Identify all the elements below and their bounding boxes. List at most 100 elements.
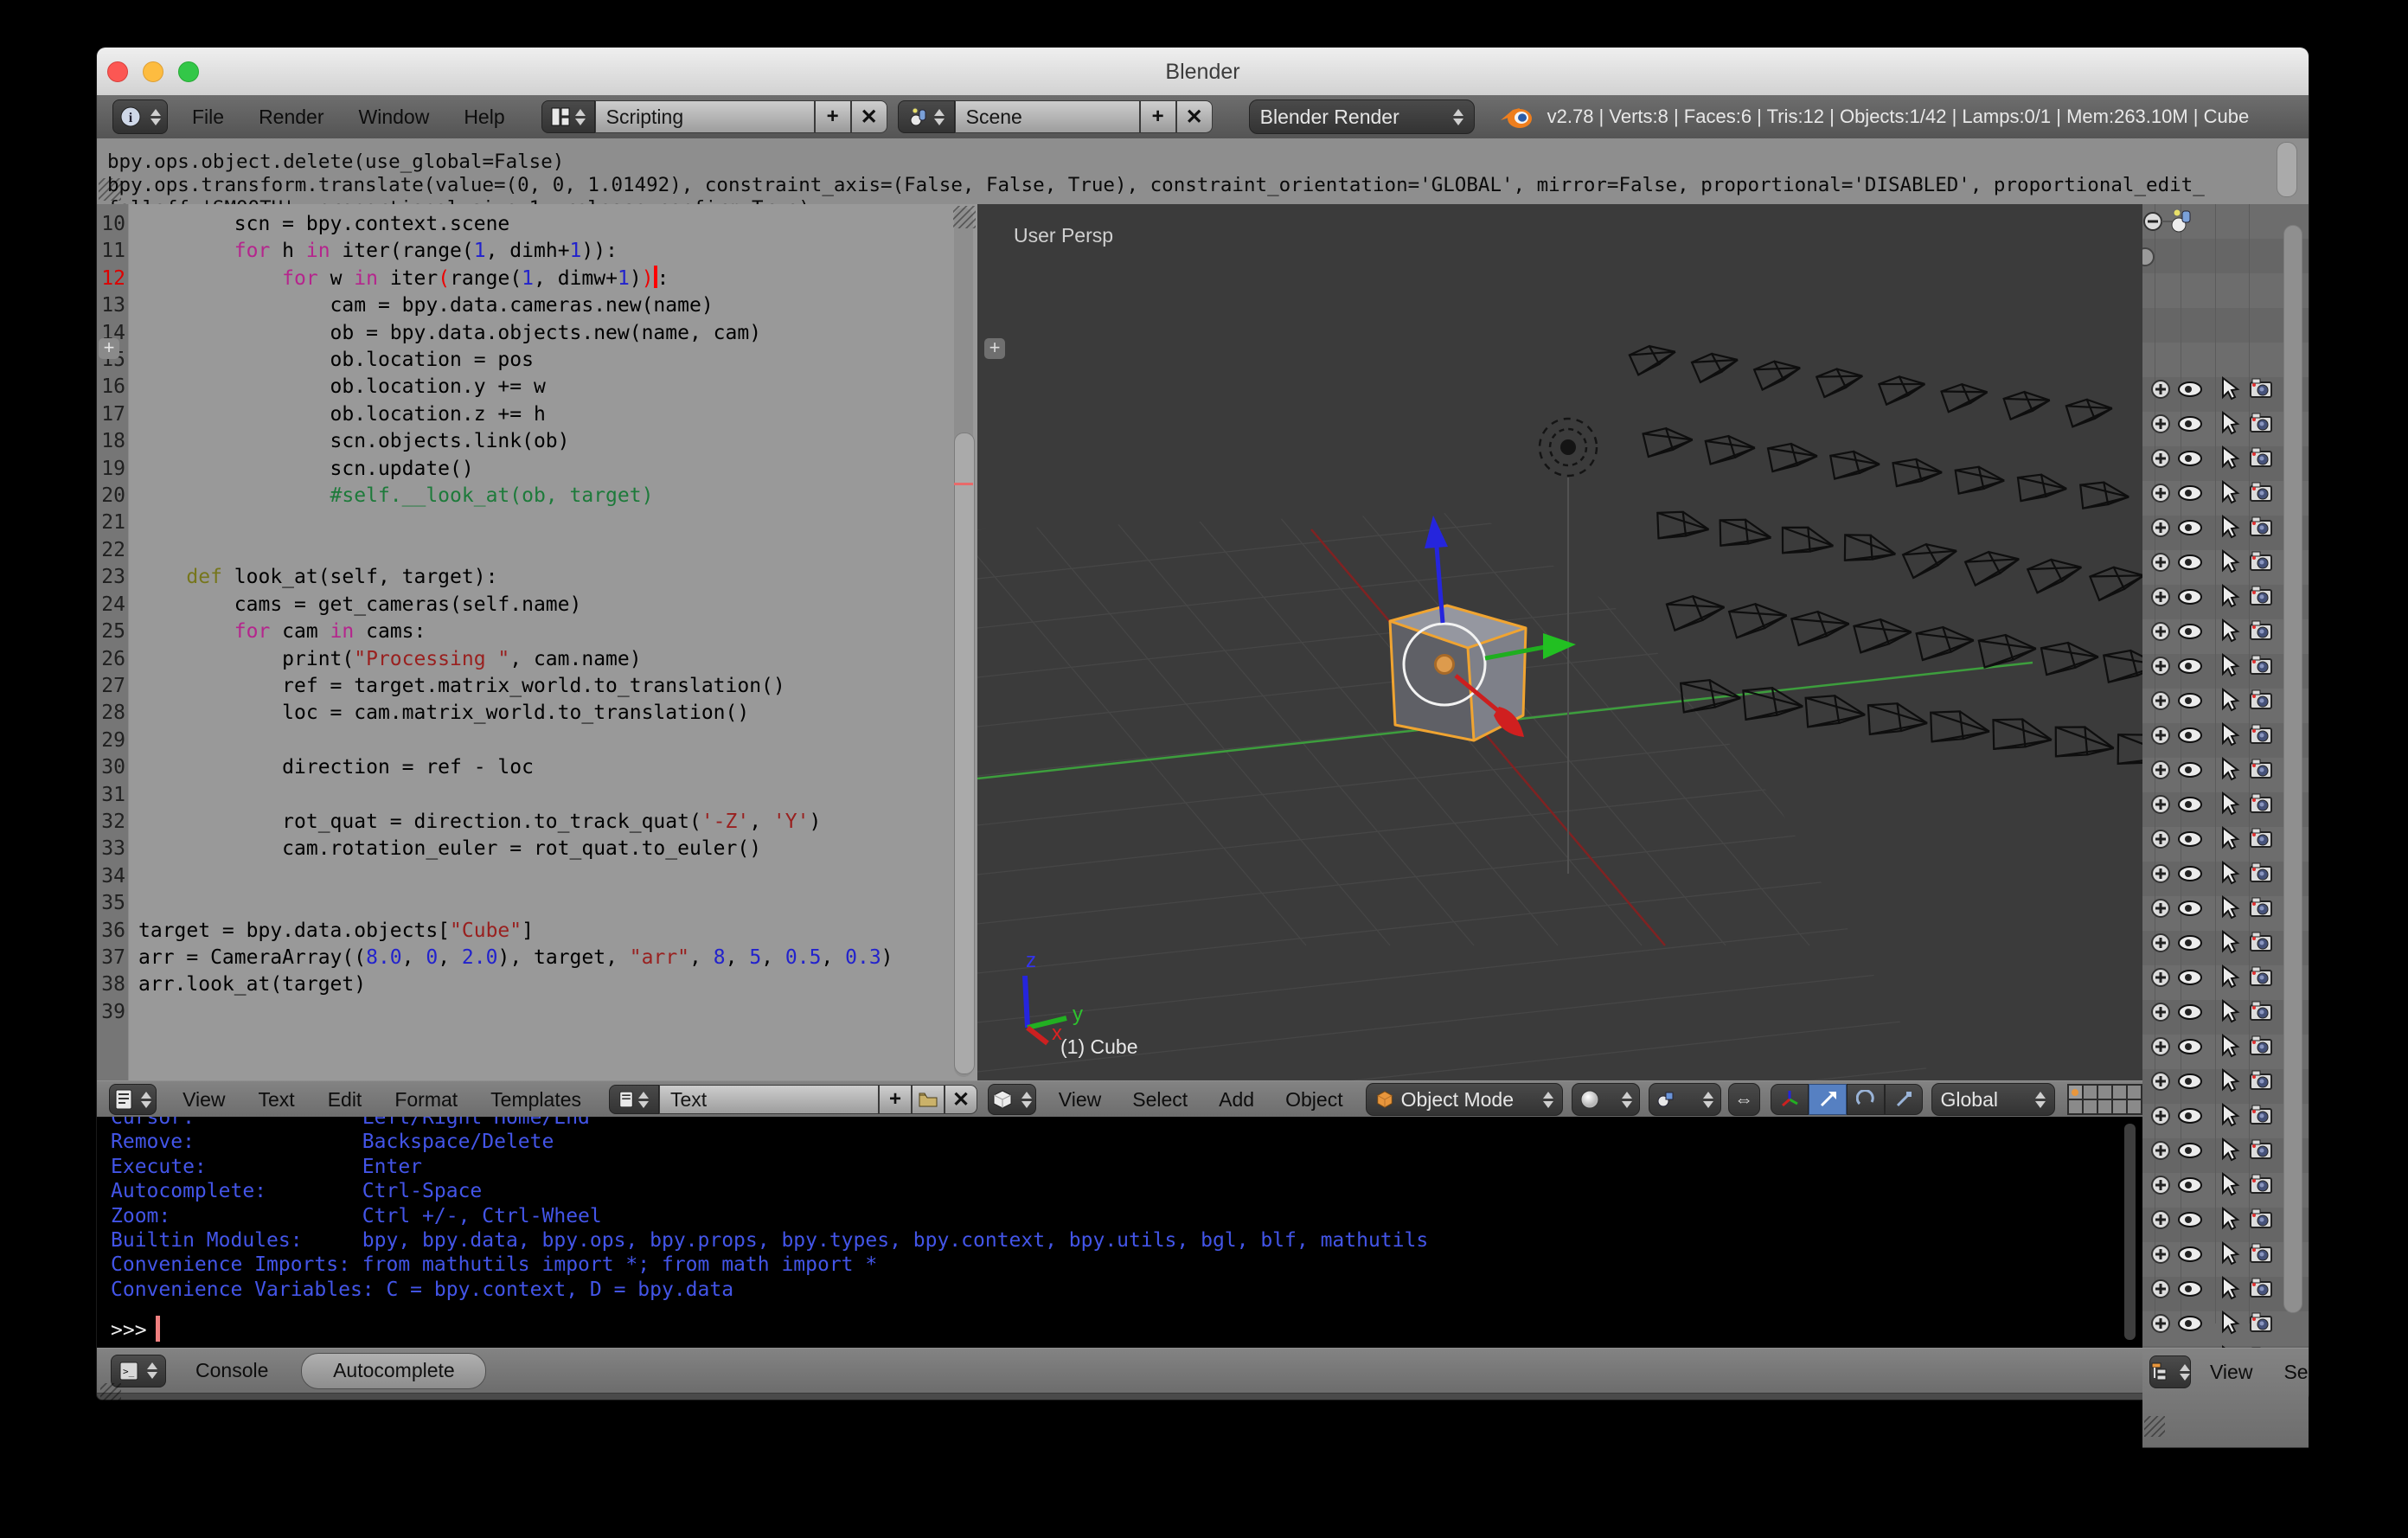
menu-help[interactable]: Help: [458, 106, 509, 129]
editor-region-plus-icon[interactable]: +: [99, 338, 119, 359]
visibility-eye-icon: [2179, 1213, 2201, 1227]
text-datablock-dropdown[interactable]: [609, 1085, 659, 1114]
text-menu-view[interactable]: View: [177, 1088, 230, 1112]
scene-icon: [908, 106, 929, 127]
expand-icon: [2152, 1315, 2169, 1332]
open-folder-icon: [919, 1092, 938, 1107]
console-menu[interactable]: Console: [190, 1359, 273, 1382]
vp-menu-select[interactable]: Select: [1127, 1088, 1193, 1112]
outliner-menu-view[interactable]: View: [2205, 1361, 2258, 1384]
log-scrollbar[interactable]: [2277, 142, 2297, 197]
outliner-icon: [2150, 1362, 2171, 1382]
text-menu-edit[interactable]: Edit: [323, 1088, 368, 1112]
renderability-camera-icon: [2251, 967, 2271, 985]
layers-widget[interactable]: [2067, 1084, 2142, 1115]
menu-window[interactable]: Window: [354, 106, 435, 129]
autocomplete-button[interactable]: Autocomplete: [301, 1353, 486, 1389]
editor-type-outliner-dropdown[interactable]: [2149, 1355, 2191, 1388]
scene-dropdown[interactable]: [898, 100, 955, 133]
delete-scene-button[interactable]: ✕: [1176, 100, 1213, 133]
viewport-region-plus-icon[interactable]: +: [984, 338, 1005, 359]
viewport-scene: z y x User Persp (1) Cube: [977, 204, 2142, 1080]
area-corner-grip[interactable]: [100, 1383, 121, 1404]
renderability-camera-icon: [2251, 517, 2271, 535]
renderability-camera-icon: [2251, 1140, 2271, 1158]
unlink-text-button[interactable]: ✕: [945, 1085, 977, 1114]
area-corner-grip[interactable]: [2144, 1416, 2165, 1437]
expand-icon: [2152, 1280, 2169, 1298]
selectability-cursor-icon: [2223, 516, 2238, 537]
text-datablock-selector[interactable]: Text + ✕: [609, 1085, 977, 1114]
rotate-arc-icon: [1856, 1090, 1875, 1109]
orientation-dropdown[interactable]: Global: [1931, 1083, 2055, 1116]
outliner-vertical-scrollbar[interactable]: [2283, 225, 2302, 1313]
text-menu-text[interactable]: Text: [253, 1088, 300, 1112]
expand-icon: [2152, 1142, 2169, 1159]
scene-selector[interactable]: Scene + ✕: [898, 100, 1213, 133]
pivot-dropdown[interactable]: [1649, 1083, 1721, 1116]
editor-scrollbar-thumb[interactable]: [954, 433, 975, 1074]
outliner-camera-row[interactable]: [2142, 1309, 2309, 1343]
delete-workspace-button[interactable]: ✕: [851, 100, 887, 133]
editor-type-console-dropdown[interactable]: >_: [111, 1355, 166, 1387]
expand-icon: [2152, 1176, 2169, 1194]
new-text-button[interactable]: +: [879, 1085, 912, 1114]
object-mode-icon: [1375, 1090, 1394, 1109]
shading-dropdown[interactable]: [1572, 1083, 1640, 1116]
manipulator-axes-icon[interactable]: [1771, 1084, 1809, 1115]
python-console-area[interactable]: Cursor: Left/Right Home/End Remove: Back…: [97, 1117, 2142, 1348]
text-menu-templates[interactable]: Templates: [485, 1088, 586, 1112]
selectability-cursor-icon: [2223, 1035, 2238, 1056]
translate-manipulator-button[interactable]: [1809, 1084, 1847, 1115]
render-engine-dropdown[interactable]: Blender Render: [1249, 99, 1475, 134]
add-scene-button[interactable]: +: [1140, 100, 1176, 133]
outliner-area[interactable]: 7: [2142, 204, 2309, 1439]
console-scrollbar[interactable]: [2124, 1124, 2136, 1340]
console-prompt-line[interactable]: >>>: [111, 1316, 160, 1342]
text-editor-area[interactable]: 10 11 12 13 14 15 16 17 18 19 20 21 22 2…: [97, 204, 978, 1080]
text-editor-icon: [115, 1089, 132, 1110]
editor-type-info-dropdown[interactable]: i: [112, 99, 168, 134]
clipped-row-icon: [2142, 247, 2155, 266]
mode-dropdown[interactable]: Object Mode: [1366, 1083, 1564, 1116]
renderability-camera-icon: [2251, 794, 2271, 812]
text-file-icon: [619, 1090, 633, 1109]
workspace-selector[interactable]: Scripting + ✕: [541, 100, 887, 133]
menu-render[interactable]: Render: [253, 106, 329, 129]
expand-icon: [2152, 796, 2169, 813]
open-text-button[interactable]: [912, 1085, 945, 1114]
expand-icon: [2152, 588, 2169, 606]
viewport-3d[interactable]: z y x User Persp (1) Cube +: [977, 204, 2143, 1080]
visibility-eye-icon: [2179, 1178, 2201, 1192]
area-corner-grip[interactable]: [2097, 1118, 2119, 1141]
area-corner-grip[interactable]: [99, 178, 121, 201]
vp-menu-view[interactable]: View: [1054, 1088, 1106, 1112]
add-workspace-button[interactable]: +: [815, 100, 851, 133]
expand-icon: [2152, 727, 2169, 744]
code-text[interactable]: scn = bpy.context.scene for h in iter(ra…: [138, 204, 893, 1026]
rotate-manipulator-button[interactable]: [1847, 1084, 1885, 1115]
camera-array-wireframes[interactable]: [1629, 341, 2142, 775]
outliner-menu-search[interactable]: Se: [2278, 1361, 2313, 1384]
area-corner-grip[interactable]: [953, 206, 976, 228]
editor-type-3dview-dropdown[interactable]: [988, 1084, 1036, 1115]
axis-z-label: z: [1026, 949, 1036, 972]
scale-manipulator-button[interactable]: [1885, 1084, 1923, 1115]
visibility-eye-icon: [2179, 625, 2201, 638]
screen-layout-dropdown[interactable]: [541, 100, 595, 133]
menu-file[interactable]: File: [187, 106, 229, 129]
scrollbar-cursor-marker: [954, 483, 973, 485]
workspace-name-field[interactable]: Scripting: [595, 100, 815, 133]
vp-menu-object[interactable]: Object: [1280, 1088, 1348, 1112]
renderability-camera-icon: [2251, 1209, 2271, 1227]
text-menu-format[interactable]: Format: [389, 1088, 463, 1112]
editor-type-text-dropdown[interactable]: [109, 1084, 157, 1115]
text-name-field[interactable]: Text: [659, 1085, 879, 1114]
expand-icon: [2152, 415, 2169, 433]
vp-menu-add[interactable]: Add: [1214, 1088, 1259, 1112]
manipulate-center-points-button[interactable]: ⇔: [1728, 1083, 1760, 1116]
scene-name-field[interactable]: Scene: [955, 100, 1140, 133]
console-header: >_ Console Autocomplete: [97, 1348, 2142, 1394]
scene-statistics: v2.78 | Verts:8 | Faces:6 | Tris:12 | Ob…: [1547, 106, 2250, 128]
info-log-area[interactable]: bpy.ops.object.delete(use_global=False) …: [97, 138, 2309, 205]
